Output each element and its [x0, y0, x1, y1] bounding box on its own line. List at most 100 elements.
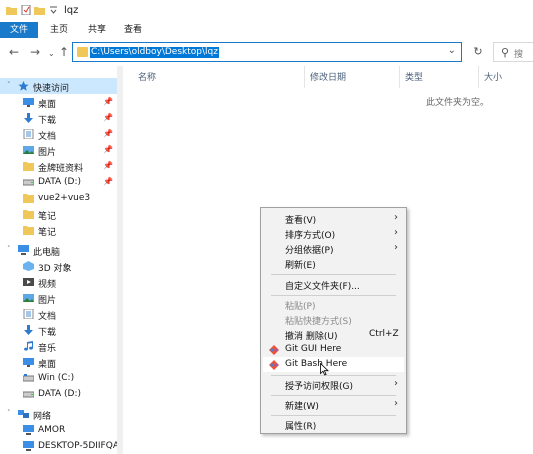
music-icon — [24, 341, 34, 351]
menu-item-label: 刷新(E) — [285, 261, 316, 271]
sidebar-item-win-drive[interactable]: Win (C:) — [0, 370, 118, 386]
properties-icon[interactable] — [21, 5, 32, 15]
sidebar-item-desktop[interactable]: 桌面 📌 — [0, 94, 118, 110]
sidebar-item-documents-pc[interactable]: 文档 — [0, 306, 118, 322]
sidebar-item-documents[interactable]: 文档 📌 — [0, 126, 118, 142]
menu-item-git-bash[interactable]: Git Bash Here — [263, 357, 404, 372]
sidebar-item-music[interactable]: 音乐 — [0, 338, 118, 354]
menu-item-label: 查看(V) — [285, 216, 317, 226]
desktop-icon — [23, 358, 34, 367]
refresh-icon[interactable]: ↻ — [468, 42, 488, 62]
drive-icon — [23, 374, 34, 382]
sidebar-item-label: 图片 — [38, 296, 57, 306]
sidebar-item-3d-objects[interactable]: 3D 对象 — [0, 258, 118, 274]
recent-locations-chevron-icon[interactable]: ⌄ — [48, 47, 55, 61]
sidebar-item-desktop-5diifqa[interactable]: DESKTOP-5DIIFQA — [0, 438, 119, 454]
sidebar-item-folder-notes[interactable]: 笔记 — [0, 206, 118, 222]
new-folder-icon[interactable] — [34, 5, 45, 15]
folder-icon — [23, 194, 34, 203]
sidebar-item-data-drive-pc[interactable]: DATA (D:) — [0, 386, 118, 402]
sidebar-item-label: 金牌班资料 — [38, 164, 84, 174]
sidebar-item-pictures-pc[interactable]: 图片 — [0, 290, 118, 306]
sidebar-item-folder-vue[interactable]: vue2+vue3 — [0, 190, 118, 206]
network-icon — [18, 410, 29, 418]
address-path: C:\Users\oldboy\Desktop\lqz — [90, 47, 219, 58]
sidebar-item-quick-access[interactable]: ˅ 快速访问 — [0, 78, 118, 94]
sidebar-item-data-drive[interactable]: DATA (D:) 📌 — [0, 174, 118, 190]
star-icon — [18, 81, 29, 91]
menu-separator — [271, 295, 396, 296]
sidebar-item-label: DATA (D:) — [38, 389, 82, 399]
sidebar-item-label: DATA (D:) — [38, 177, 82, 187]
column-divider[interactable] — [478, 66, 479, 88]
sidebar-item-network[interactable]: ˃ 网络 — [0, 406, 118, 422]
menu-item-sort-by[interactable]: 排序方式(O) › — [263, 226, 404, 241]
menu-item-properties[interactable]: 属性(R) — [263, 417, 404, 432]
forward-arrow-icon[interactable]: → — [30, 45, 40, 59]
expand-chevron-icon[interactable]: ˃ — [7, 245, 11, 253]
column-header-size[interactable]: 大小 — [484, 70, 502, 83]
menu-item-paste-shortcut: 粘贴快捷方式(S) — [263, 312, 404, 327]
download-icon — [24, 325, 33, 335]
drive-icon — [23, 391, 34, 398]
title-bar: lqz — [0, 0, 533, 22]
sidebar-item-label: 桌面 — [38, 360, 57, 370]
column-divider[interactable] — [399, 66, 400, 88]
pin-icon: 📌 — [103, 129, 113, 138]
menu-separator — [271, 415, 396, 416]
network-computer-icon — [23, 441, 34, 451]
pin-icon: 📌 — [103, 161, 113, 170]
address-field[interactable]: C:\Users\oldboy\Desktop\lqz ⌄ — [72, 42, 462, 62]
sidebar-item-downloads-pc[interactable]: 下载 — [0, 322, 118, 338]
quick-access-dropdown-icon[interactable] — [48, 5, 59, 15]
menu-separator — [271, 375, 396, 376]
ribbon-tabs: 文件 主页 共享 查看 — [0, 22, 533, 39]
address-dropdown-icon[interactable]: ⌄ — [448, 45, 456, 56]
sidebar-item-label: 文档 — [38, 312, 57, 322]
menu-item-group-by[interactable]: 分组依据(P) › — [263, 241, 404, 256]
sidebar-item-this-pc[interactable]: ˃ 此电脑 — [0, 242, 118, 258]
menu-item-undo-delete[interactable]: 撤消 删除(U) Ctrl+Z — [263, 327, 404, 342]
sidebar-item-amor[interactable]: AMOR — [0, 422, 118, 438]
column-header-date[interactable]: 修改日期 — [310, 70, 346, 83]
search-placeholder: 搜 — [514, 50, 524, 60]
menu-item-label: 撤消 删除(U) — [285, 332, 338, 342]
picture-icon — [23, 146, 34, 154]
expand-chevron-icon[interactable]: ˅ — [7, 81, 11, 89]
expand-chevron-icon[interactable]: ˃ — [7, 409, 11, 417]
back-arrow-icon[interactable]: ← — [9, 45, 19, 59]
menu-item-git-gui[interactable]: Git GUI Here — [263, 342, 404, 357]
sidebar-item-videos[interactable]: 视频 — [0, 274, 118, 290]
tab-view[interactable]: 查看 — [116, 22, 150, 38]
pin-icon: 📌 — [103, 97, 113, 106]
tab-home[interactable]: 主页 — [42, 22, 76, 38]
context-menu: 查看(V) › 排序方式(O) › 分组依据(P) › 刷新(E) 自定义文件夹… — [260, 207, 407, 434]
sidebar-item-folder-notes-2[interactable]: 笔记 — [0, 222, 118, 238]
search-box[interactable]: ⚲ 搜 — [493, 42, 533, 62]
sidebar-item-folder-jinpai[interactable]: 金牌班资料 📌 — [0, 158, 118, 174]
column-divider[interactable] — [304, 66, 305, 88]
git-bash-icon — [269, 360, 279, 370]
sidebar-item-pictures[interactable]: 图片 📌 — [0, 142, 118, 158]
sidebar-item-label: 3D 对象 — [38, 264, 72, 274]
tab-file[interactable]: 文件 — [0, 22, 38, 38]
menu-item-new[interactable]: 新建(W) › — [263, 397, 404, 412]
menu-item-label: Git Bash Here — [285, 359, 348, 369]
sidebar-item-label: DESKTOP-5DIIFQA — [38, 441, 119, 451]
desktop-icon — [23, 98, 34, 107]
sidebar-item-downloads[interactable]: 下载 📌 — [0, 110, 118, 126]
sidebar-item-desktop-pc[interactable]: 桌面 — [0, 354, 118, 370]
tab-share[interactable]: 共享 — [80, 22, 114, 38]
document-icon — [23, 309, 34, 319]
column-header-type[interactable]: 类型 — [405, 70, 423, 83]
column-header-name[interactable]: 名称 — [138, 70, 156, 83]
menu-item-give-access[interactable]: 授予访问权限(G) › — [263, 377, 404, 392]
menu-item-refresh[interactable]: 刷新(E) — [263, 256, 404, 271]
sidebar-item-label: 快速访问 — [33, 84, 70, 94]
sidebar-scrollbar[interactable] — [117, 66, 123, 454]
menu-item-label: 排序方式(O) — [285, 231, 336, 241]
menu-item-customize-folder[interactable]: 自定义文件夹(F)... — [263, 277, 404, 292]
up-arrow-icon[interactable]: ↑ — [59, 45, 69, 59]
menu-item-view[interactable]: 查看(V) › — [263, 211, 404, 226]
pin-icon: 📌 — [103, 177, 113, 186]
